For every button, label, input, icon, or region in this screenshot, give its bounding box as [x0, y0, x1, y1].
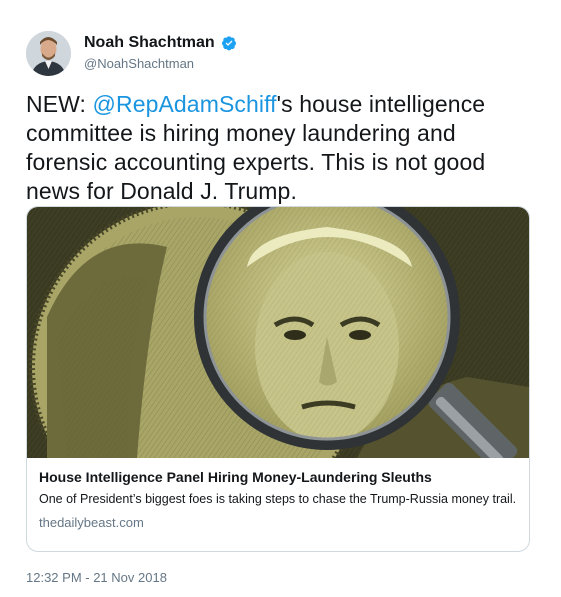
card-title[interactable]: House Intelligence Panel Hiring Money-La… [39, 468, 517, 486]
card-body: House Intelligence Panel Hiring Money-La… [39, 468, 517, 531]
link-card[interactable]: House Intelligence Panel Hiring Money-La… [26, 206, 530, 552]
card-domain[interactable]: thedailybeast.com [39, 515, 517, 531]
author-block: Noah Shachtman @NoahShachtman [84, 33, 237, 73]
card-description: One of President’s biggest foes is takin… [39, 492, 517, 506]
author-name[interactable]: Noah Shachtman [84, 33, 215, 53]
avatar-image [26, 31, 71, 76]
tweet-text: NEW: @RepAdamSchiff's house intelligence… [26, 90, 538, 206]
tweet: Noah Shachtman @NoahShachtman NEW: @RepA… [0, 0, 561, 597]
card-image [27, 207, 529, 535]
avatar[interactable] [26, 31, 71, 76]
verified-badge-icon [221, 35, 237, 51]
author-handle[interactable]: @NoahShachtman [84, 55, 237, 73]
tweet-timestamp[interactable]: 12:32 PM - 21 Nov 2018 [26, 570, 167, 586]
tweet-text-prefix: NEW: [26, 91, 93, 117]
mention-link[interactable]: @RepAdamSchiff [93, 91, 277, 117]
